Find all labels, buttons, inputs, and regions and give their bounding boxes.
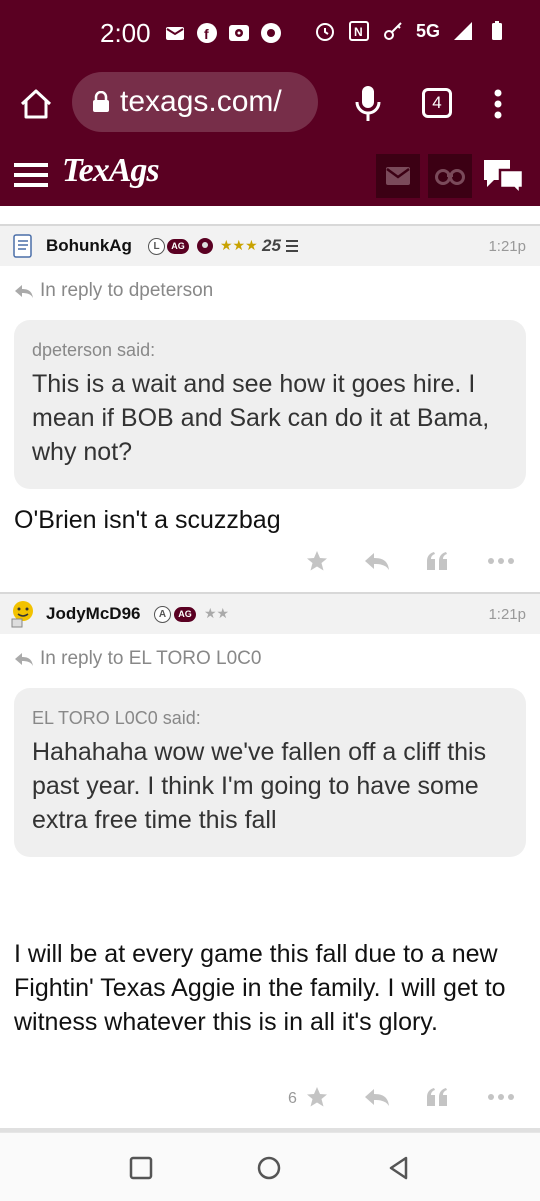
user-avatar[interactable] bbox=[10, 233, 36, 259]
address-bar[interactable]: texags.com/ bbox=[72, 72, 318, 132]
tab-switcher-button[interactable]: 4 bbox=[422, 88, 452, 118]
site-logo[interactable]: TexAgs bbox=[62, 152, 160, 190]
quote-block: dpeterson said: This is a wait and see h… bbox=[14, 320, 526, 489]
stripes-icon bbox=[286, 240, 298, 252]
ellipsis-icon bbox=[488, 558, 514, 564]
more-options-button[interactable] bbox=[486, 1082, 516, 1112]
mail-icon bbox=[166, 27, 184, 40]
reply-icon bbox=[365, 553, 389, 570]
signal-icon bbox=[454, 22, 472, 40]
back-icon[interactable] bbox=[386, 1155, 412, 1181]
quote-button[interactable] bbox=[422, 546, 452, 576]
alarm-icon bbox=[315, 23, 334, 41]
envelope-icon bbox=[386, 167, 410, 185]
watchlist-button[interactable] bbox=[428, 154, 472, 198]
ellipsis-icon bbox=[488, 1094, 514, 1100]
quote-button[interactable] bbox=[422, 1082, 452, 1112]
reply-to-link[interactable]: In reply to dpeterson bbox=[14, 280, 213, 302]
browser-toolbar: texags.com/ 4 bbox=[0, 72, 540, 142]
badge-l: L bbox=[148, 237, 165, 255]
reply-to-text: In reply to EL TORO L0C0 bbox=[40, 648, 262, 669]
reply-button[interactable] bbox=[362, 1082, 392, 1112]
key-icon bbox=[383, 22, 402, 40]
quote-text: Hahahaha wow we've fallen off a cliff th… bbox=[32, 738, 487, 834]
star-icon bbox=[307, 1087, 327, 1107]
overflow-menu-icon[interactable] bbox=[488, 86, 508, 122]
system-icons: N 5G bbox=[314, 20, 508, 42]
quote-icon bbox=[427, 552, 447, 570]
star-button[interactable] bbox=[302, 546, 332, 576]
mascot-icon bbox=[197, 238, 213, 254]
home-circle-icon[interactable] bbox=[256, 1155, 282, 1181]
post-actions bbox=[0, 546, 540, 586]
microphone-icon[interactable] bbox=[354, 84, 382, 124]
badge-ag: AG bbox=[174, 606, 196, 622]
rank-stars: ★★ bbox=[204, 606, 230, 622]
post-body: O'Brien isn't a scuzzbag bbox=[14, 506, 281, 534]
lock-icon bbox=[93, 91, 109, 112]
reply-to-link[interactable]: In reply to EL TORO L0C0 bbox=[14, 648, 261, 670]
badge-a: A bbox=[154, 605, 171, 623]
post-time: 1:21p bbox=[488, 237, 526, 255]
user-avatar[interactable] bbox=[8, 599, 38, 629]
url-text: texags.com/ bbox=[120, 85, 282, 118]
chat-icon[interactable] bbox=[480, 156, 526, 196]
site-header: TexAgs bbox=[0, 142, 540, 206]
reply-icon bbox=[365, 1089, 389, 1106]
network-label: 5G bbox=[415, 20, 440, 41]
binoculars-icon bbox=[435, 169, 465, 185]
status-bar: 2:00 f N 5G bbox=[0, 0, 540, 72]
battery-icon bbox=[492, 21, 502, 40]
nfc-icon: N bbox=[348, 21, 369, 41]
quote-text: This is a wait and see how it goes hire.… bbox=[32, 370, 490, 466]
scrolled-thread-stats: ————— —————— bbox=[0, 206, 540, 224]
svg-text:f: f bbox=[204, 26, 209, 42]
system-navigation-bar bbox=[0, 1132, 540, 1201]
post-username[interactable]: BohunkAg bbox=[46, 236, 132, 256]
post-actions: 6 bbox=[0, 1082, 540, 1122]
post-header: JodyMcD96 A AG ★★ 1:21p bbox=[0, 592, 540, 634]
star-icon bbox=[307, 551, 327, 571]
home-icon[interactable] bbox=[18, 86, 54, 122]
post-body: I will be at every game this fall due to… bbox=[14, 940, 506, 1036]
radio-icon bbox=[229, 25, 249, 41]
more-options-button[interactable] bbox=[486, 546, 516, 576]
reply-arrow-icon bbox=[15, 285, 33, 298]
rank-stars: ★★★ bbox=[220, 238, 258, 254]
chrome-icon bbox=[261, 23, 281, 43]
quote-author[interactable]: EL TORO L0C0 said: bbox=[32, 708, 508, 729]
messages-button[interactable] bbox=[376, 154, 420, 198]
star-count: 6 bbox=[288, 1090, 297, 1107]
quote-block: EL TORO L0C0 said: Hahahaha wow we've fa… bbox=[14, 688, 526, 857]
badge-ag: AG bbox=[167, 238, 189, 254]
post-username[interactable]: JodyMcD96 bbox=[46, 604, 140, 624]
membership-years: 25 bbox=[262, 236, 281, 255]
status-time: 2:00 bbox=[100, 18, 151, 48]
svg-text:N: N bbox=[354, 25, 363, 39]
recent-apps-icon[interactable] bbox=[128, 1155, 154, 1181]
reply-button[interactable] bbox=[362, 546, 392, 576]
hamburger-menu-icon[interactable] bbox=[14, 162, 48, 188]
notification-icons: f bbox=[164, 22, 282, 44]
post-time: 1:21p bbox=[488, 605, 526, 623]
star-button[interactable] bbox=[302, 1082, 332, 1112]
post-header: BohunkAg L AG ★★★ 25 1:21p bbox=[0, 224, 540, 266]
quote-author[interactable]: dpeterson said: bbox=[32, 340, 508, 361]
reply-arrow-icon bbox=[15, 653, 33, 666]
quote-icon bbox=[427, 1088, 447, 1106]
facebook-icon: f bbox=[197, 23, 217, 43]
reply-to-text: In reply to dpeterson bbox=[40, 280, 214, 301]
